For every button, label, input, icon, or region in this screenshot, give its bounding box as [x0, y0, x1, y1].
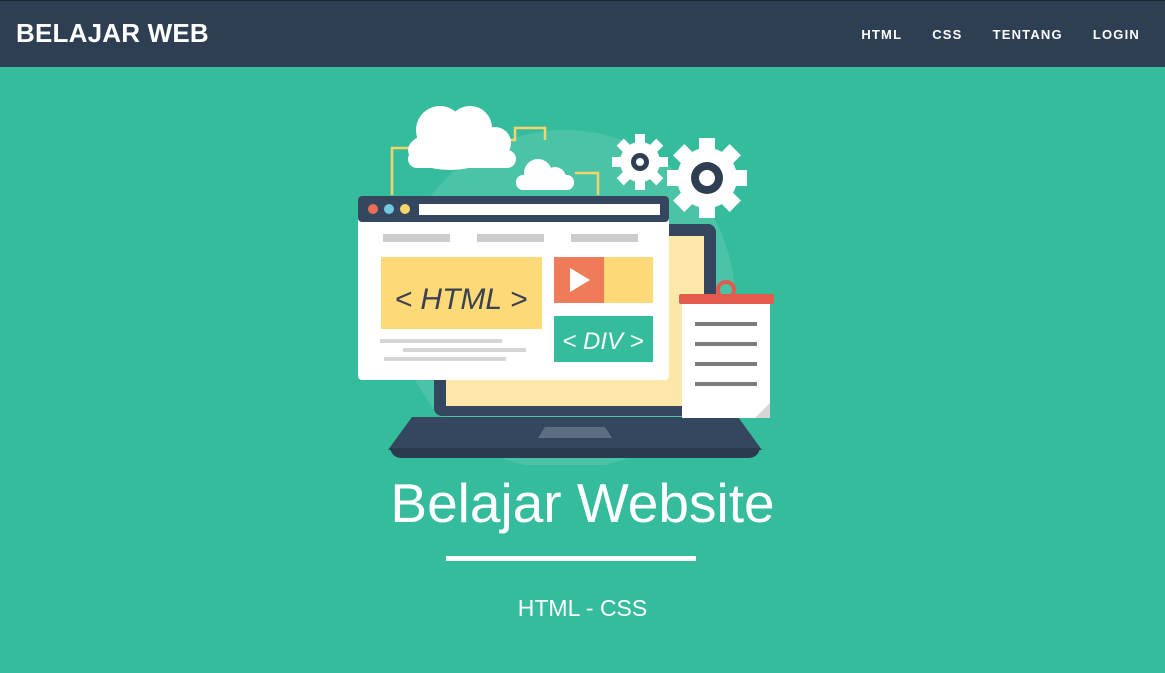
gear-icon	[612, 134, 668, 190]
nav-link-html[interactable]: HTML	[861, 27, 902, 42]
nav-link-css[interactable]: CSS	[932, 27, 962, 42]
browser-window-icon: < HTML > < DIV >	[358, 196, 669, 380]
web-development-illustration: < HTML > < DIV >	[358, 106, 774, 465]
nav-link-tentang[interactable]: TENTANG	[993, 27, 1063, 42]
nav-link-login[interactable]: LOGIN	[1093, 27, 1140, 42]
hero-subtitle: HTML - CSS	[517, 595, 648, 621]
navbar: BELAJAR WEB HTML CSS TENTANG LOGIN	[0, 0, 1165, 67]
hero-title: Belajar Website	[390, 472, 775, 534]
div-tag-text: < DIV >	[562, 328, 643, 355]
title-divider	[446, 556, 696, 561]
brand-logo[interactable]: BELAJAR WEB	[16, 18, 209, 49]
cloud-icon	[408, 106, 516, 170]
gear-large-icon	[667, 138, 747, 218]
clipboard-icon	[679, 280, 774, 418]
nav-links: HTML CSS TENTANG LOGIN	[831, 27, 1140, 42]
html-tag-text: < HTML >	[395, 283, 528, 316]
